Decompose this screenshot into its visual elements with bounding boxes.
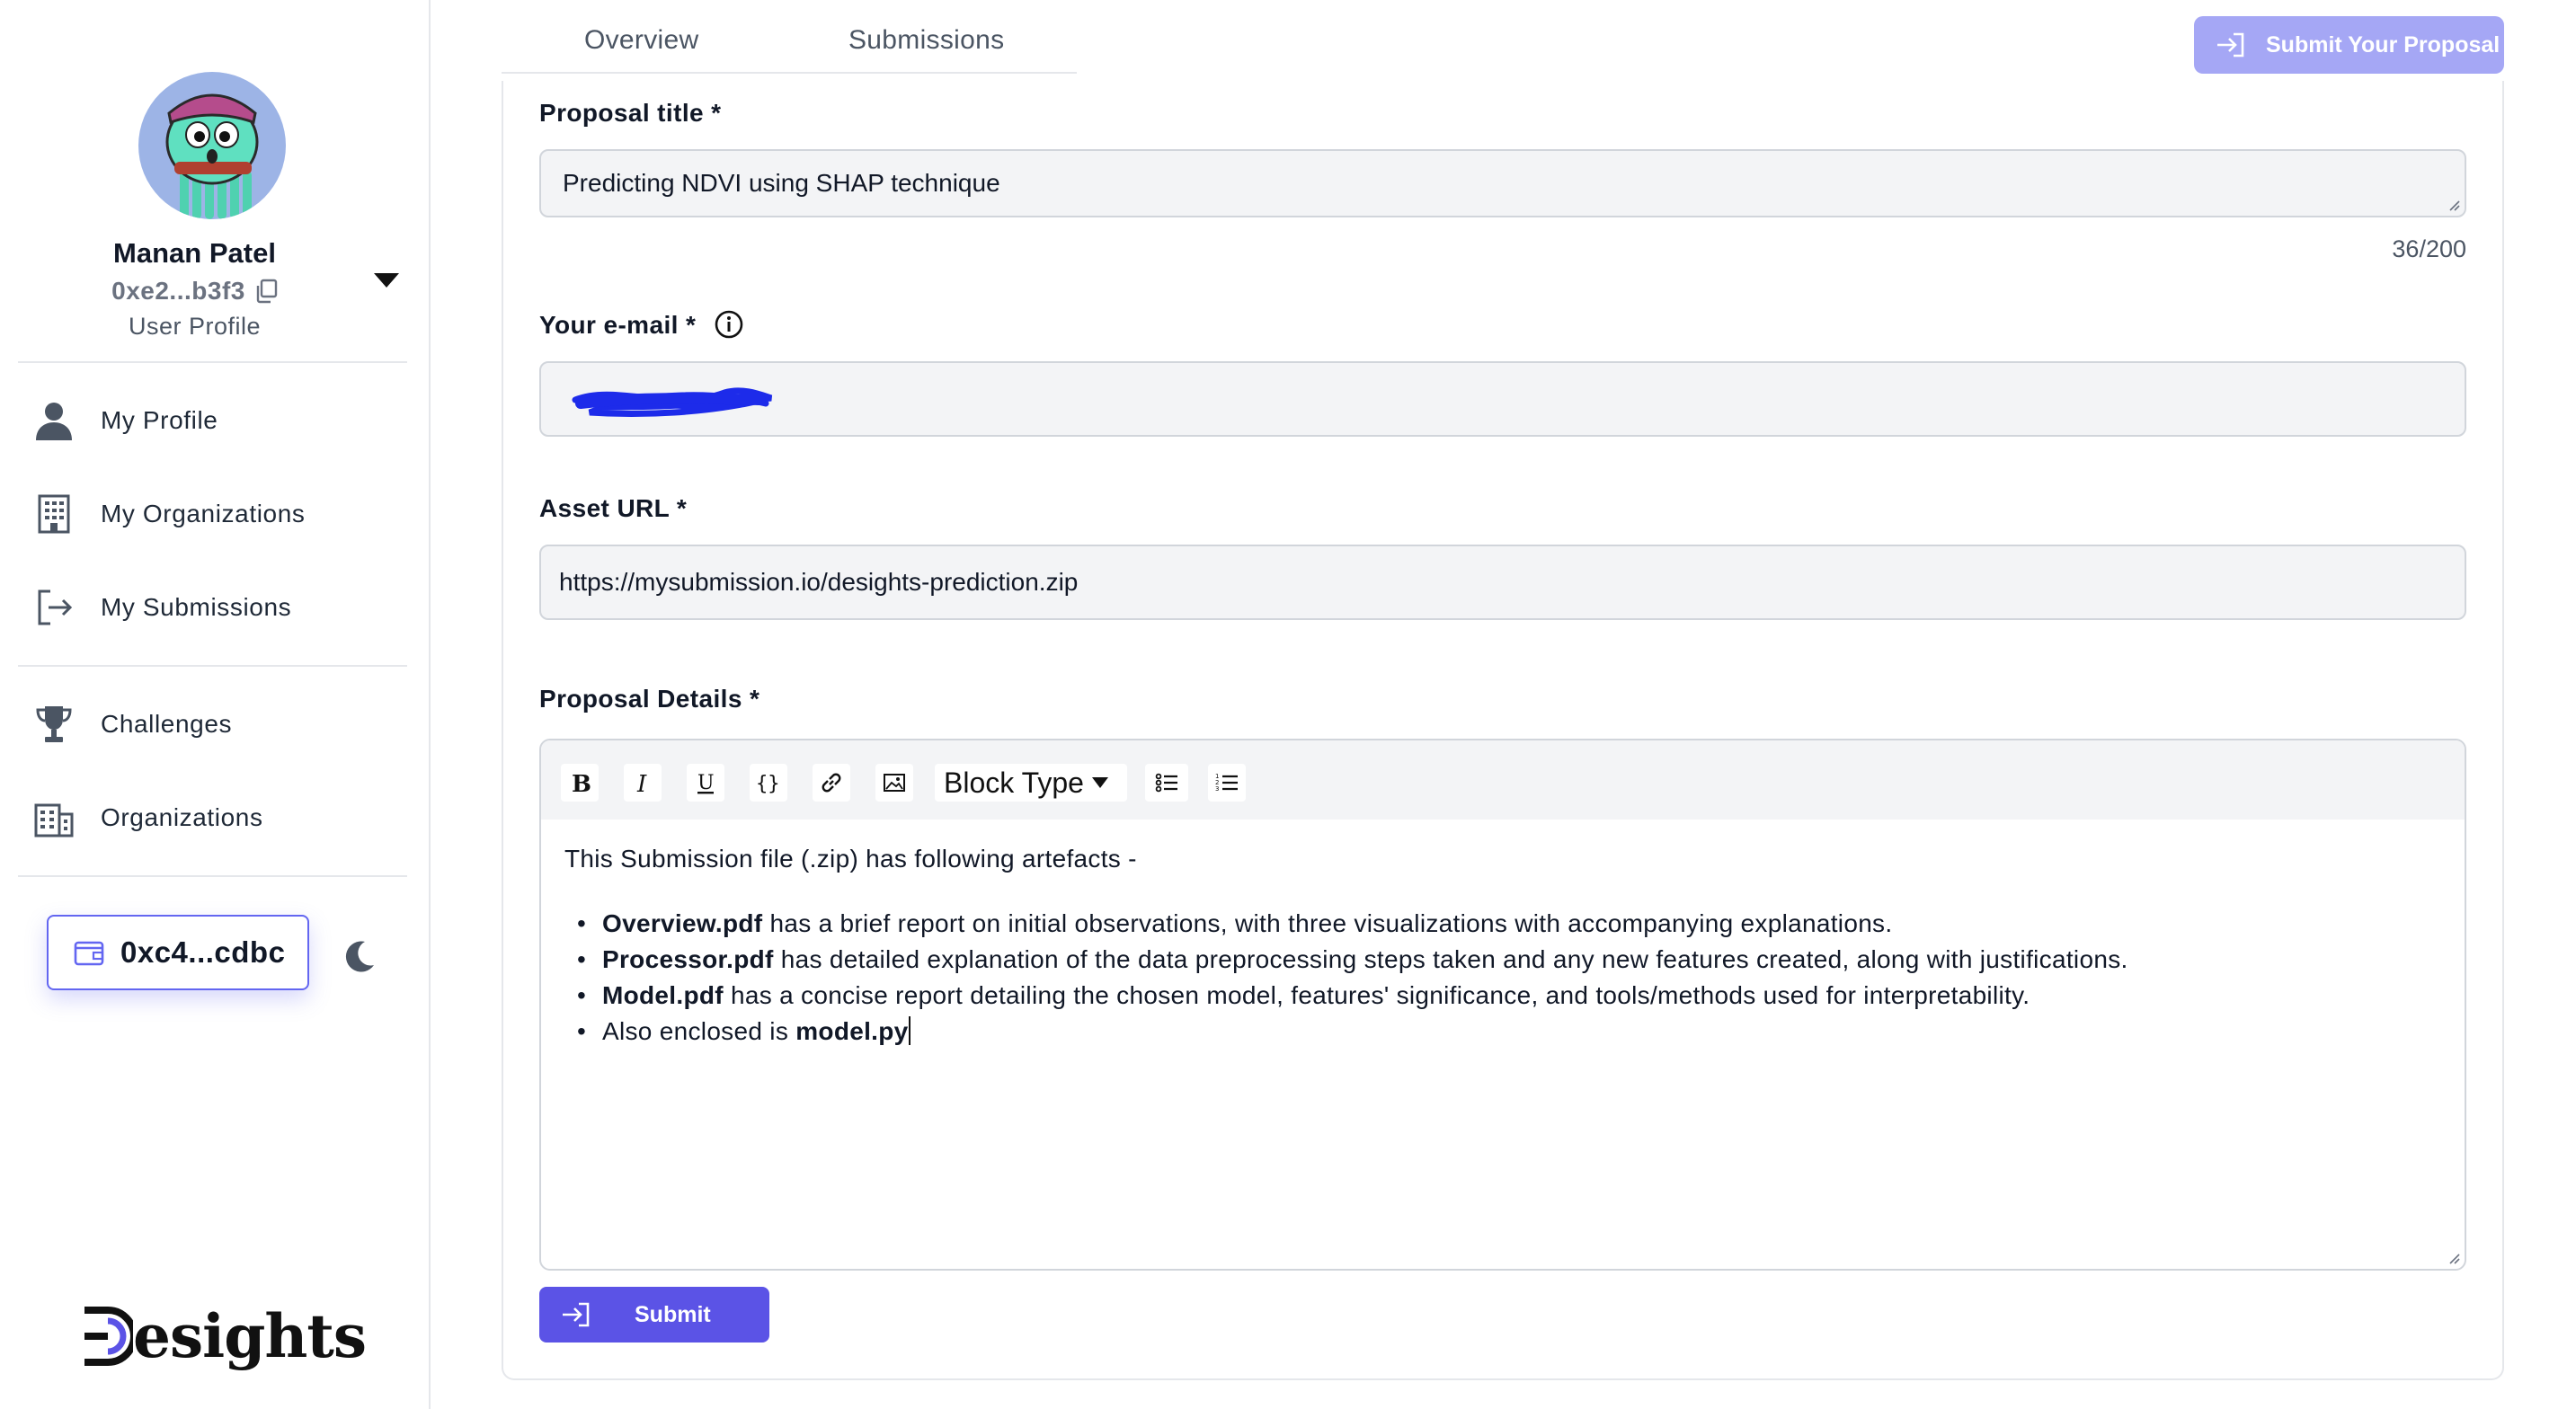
tab-bar: Overview Submissions [502,0,1077,74]
block-type-select[interactable]: Block Type [935,764,1127,802]
sidebar-item-challenges[interactable]: Challenges [32,697,392,751]
image-button[interactable] [875,764,913,802]
title-input-value: Predicting NDVI using SHAP technique [563,169,1000,197]
logo: esights [81,1301,367,1371]
image-icon [884,774,905,792]
details-intro: This Submission file (.zip) has followin… [564,845,1137,873]
sidebar-item-my-submissions[interactable]: My Submissions [32,580,392,634]
bold-icon: B [572,771,591,796]
rich-text-editor[interactable]: B I U {} Block Type 1 2 3 This Submissio… [539,739,2466,1271]
info-icon[interactable] [714,309,744,340]
title-character-counter: 36/200 [2392,235,2466,262]
resize-handle-icon[interactable] [2447,1251,2461,1265]
list-item: Also enclosed is model.py [564,1014,2438,1050]
user-address-row: 0xe2...b3f3 [0,277,389,306]
submit-label: Submit [635,1301,711,1327]
logo-text: esights [133,1301,367,1371]
title-label: Proposal title * [539,99,722,127]
office-buildings-icon [34,803,74,837]
file-description: has detailed explanation of the data pre… [773,945,2128,973]
file-name: model.py [795,1017,909,1045]
wallet-address: 0xc4...cdbc [120,935,286,969]
bold-button[interactable]: B [561,764,599,802]
asset-url-value: https://mysubmission.io/desights-predict… [559,568,1079,596]
tab-submissions[interactable]: Submissions [848,25,1004,56]
editor-content[interactable]: This Submission file (.zip) has followin… [564,841,2438,1050]
code-button[interactable]: {} [750,764,787,802]
submit-proposal-label: Submit Your Proposal [2266,31,2500,58]
editor-toolbar: B I U {} Block Type 1 2 3 [541,740,2465,820]
caret-down-icon [1091,777,1108,788]
bulleted-list-button[interactable] [1145,764,1188,802]
asset-url-input[interactable]: https://mysubmission.io/desights-predict… [539,545,2466,620]
bulleted-list-icon [1155,773,1177,793]
svg-text:3: 3 [1215,785,1219,793]
user-role: User Profile [128,313,262,340]
file-name: Overview.pdf [602,909,763,937]
text-cursor [908,1016,910,1045]
sidebar-item-organizations[interactable]: Organizations [32,791,392,845]
logout-icon [38,589,73,625]
file-description: has a brief report on initial observatio… [762,909,1893,937]
numbered-list-icon: 123 [1215,773,1238,793]
divider [18,361,407,363]
svg-text:I: I [636,771,647,796]
list-item: Model.pdf has a concise report detailing… [564,978,2438,1014]
file-name: Processor.pdf [602,945,774,973]
wallet-icon [74,941,104,966]
moon-icon[interactable] [342,938,378,974]
proposal-details-label: Proposal Details * [539,685,760,713]
file-description: has a concise report detailing the chose… [723,981,2030,1009]
caret-down-icon[interactable] [372,271,401,289]
submit-button[interactable]: Submit [539,1287,769,1343]
artefact-list: Overview.pdf has a brief report on initi… [564,906,2438,1050]
link-icon [822,773,841,793]
building-icon [38,494,70,534]
list-item: Overview.pdf has a brief report on initi… [564,906,2438,942]
user-address: 0xe2...b3f3 [111,277,245,305]
tab-overview[interactable]: Overview [584,25,698,56]
sidebar: Manan Patel 0xe2...b3f3 User Profile My … [0,0,431,1409]
divider [18,875,407,877]
asset-url-label: Asset URL * [539,494,688,522]
list-item: Processor.pdf has detailed explanation o… [564,942,2438,978]
italic-icon: I [636,771,647,796]
file-name: Model.pdf [602,981,724,1009]
svg-text:B: B [572,771,591,796]
sidebar-item-label: Challenges [101,710,233,738]
underline-icon: U [697,772,715,794]
resize-handle-icon[interactable] [2447,198,2461,212]
copy-icon[interactable] [254,279,278,304]
svg-text:U: U [697,772,715,794]
sidebar-item-my-profile[interactable]: My Profile [32,394,392,448]
sidebar-item-label: Organizations [101,803,263,831]
link-button[interactable] [813,764,850,802]
svg-text:{}: {} [756,773,780,795]
braces-icon: {} [756,773,780,795]
email-label: Your e-mail * [539,311,697,339]
login-icon [563,1302,590,1327]
redacted-email-scribble [572,387,773,417]
title-input[interactable]: Predicting NDVI using SHAP technique [539,149,2466,217]
avatar-monster-icon [165,93,259,219]
desights-logo-icon [84,1307,133,1366]
trophy-icon [36,706,72,742]
block-type-label: Block Type [944,766,1084,799]
file-description: Also enclosed is [602,1017,796,1045]
sidebar-item-label: My Profile [101,406,218,434]
login-icon [2217,32,2244,58]
numbered-list-button[interactable]: 123 [1208,764,1246,802]
sidebar-item-my-organizations[interactable]: My Organizations [32,487,392,541]
italic-button[interactable]: I [624,764,662,802]
submit-proposal-button[interactable]: Submit Your Proposal [2194,16,2504,74]
user-name: Manan Patel [113,237,276,269]
sidebar-item-label: My Organizations [101,500,306,527]
sidebar-item-label: My Submissions [101,593,292,621]
avatar[interactable] [138,72,286,219]
wallet-button[interactable]: 0xc4...cdbc [47,915,309,990]
user-icon [36,403,72,440]
divider [18,665,407,667]
underline-button[interactable]: U [687,764,724,802]
email-field[interactable] [539,361,2466,437]
